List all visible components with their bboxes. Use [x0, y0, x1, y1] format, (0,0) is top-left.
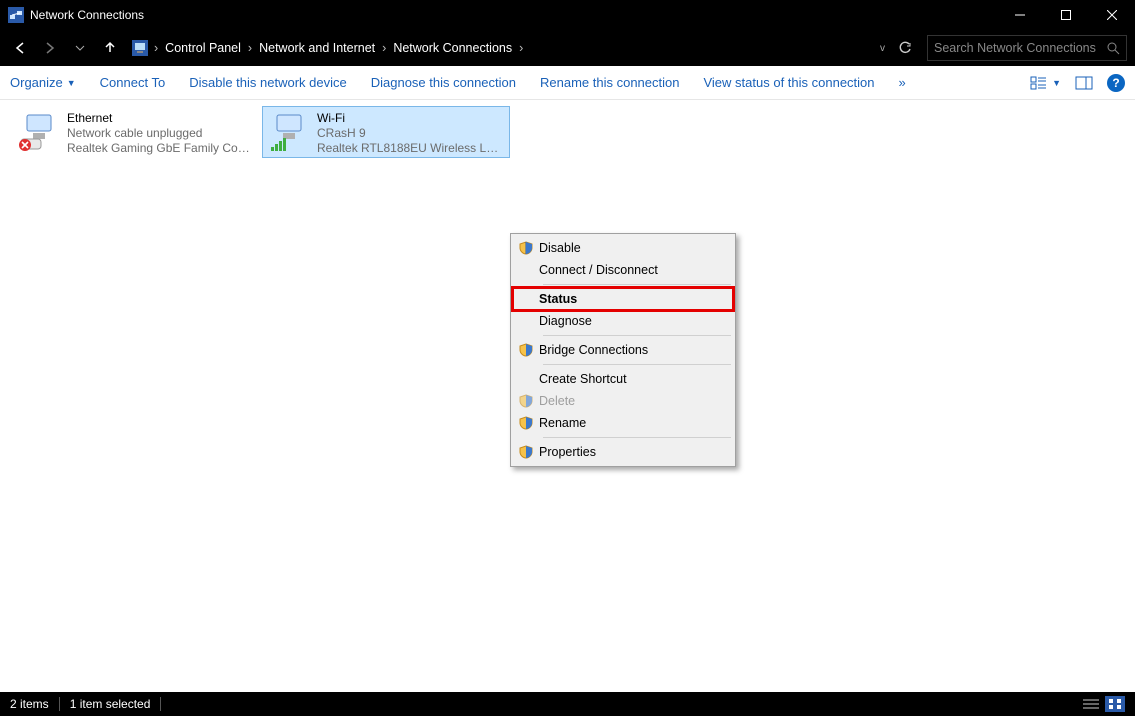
breadcrumb-item[interactable]: Control Panel: [160, 41, 246, 55]
history-dropdown-icon[interactable]: v: [876, 43, 889, 54]
overflow-button[interactable]: »: [899, 75, 906, 90]
adapter-device: Realtek RTL8188EU Wireless LAN 8..: [317, 141, 503, 156]
chevron-right-icon: ›: [246, 41, 254, 55]
statusbar: 2 items 1 item selected: [0, 692, 1135, 716]
adapter-text: Wi-Fi CRasH 9 Realtek RTL8188EU Wireless…: [317, 111, 503, 156]
adapter-status: CRasH 9: [317, 126, 503, 141]
recent-dropdown[interactable]: [68, 36, 92, 60]
status-selected-count: 1 item selected: [70, 697, 151, 711]
help-button[interactable]: ?: [1107, 74, 1125, 92]
menu-properties[interactable]: Properties: [513, 441, 733, 463]
menu-connect-disconnect[interactable]: Connect / Disconnect: [513, 259, 733, 281]
large-icons-view-button[interactable]: [1105, 696, 1125, 712]
adapter-wifi[interactable]: Wi-Fi CRasH 9 Realtek RTL8188EU Wireless…: [262, 106, 510, 158]
shield-icon: [513, 416, 539, 430]
minimize-button[interactable]: [997, 0, 1043, 30]
breadcrumb-item[interactable]: Network Connections: [388, 41, 517, 55]
diagnose-button[interactable]: Diagnose this connection: [371, 75, 516, 90]
organize-menu[interactable]: Organize▼: [10, 75, 76, 90]
preview-pane-button[interactable]: [1075, 74, 1093, 92]
titlebar: Network Connections: [0, 0, 1135, 30]
menu-separator: [543, 364, 731, 365]
menu-delete: Delete: [513, 390, 733, 412]
ethernet-icon: [19, 111, 61, 153]
breadcrumb[interactable]: › Control Panel › Network and Internet ›…: [128, 35, 921, 61]
control-panel-icon: [132, 40, 148, 56]
wifi-icon: [269, 111, 311, 153]
menu-diagnose[interactable]: Diagnose: [513, 310, 733, 332]
adapter-name: Wi-Fi: [317, 111, 503, 126]
menu-separator: [543, 335, 731, 336]
adapter-name: Ethernet: [67, 111, 253, 126]
refresh-button[interactable]: [893, 36, 917, 60]
menu-create-shortcut[interactable]: Create Shortcut: [513, 368, 733, 390]
menu-separator: [543, 437, 731, 438]
adapter-ethernet[interactable]: Ethernet Network cable unplugged Realtek…: [12, 106, 260, 158]
context-menu: Disable Connect / Disconnect Status Diag…: [510, 233, 736, 467]
connect-to-button[interactable]: Connect To: [100, 75, 166, 90]
window-title: Network Connections: [30, 8, 144, 22]
back-button[interactable]: [8, 36, 32, 60]
shield-icon: [513, 445, 539, 459]
shield-icon: [513, 394, 539, 408]
disable-device-button[interactable]: Disable this network device: [189, 75, 347, 90]
breadcrumb-item[interactable]: Network and Internet: [254, 41, 380, 55]
rename-button[interactable]: Rename this connection: [540, 75, 679, 90]
app-icon: [8, 7, 24, 23]
shield-icon: [513, 343, 539, 357]
menu-status[interactable]: Status: [513, 288, 733, 310]
menu-rename[interactable]: Rename: [513, 412, 733, 434]
forward-button[interactable]: [38, 36, 62, 60]
view-status-button[interactable]: View status of this connection: [703, 75, 874, 90]
menu-bridge[interactable]: Bridge Connections: [513, 339, 733, 361]
details-view-button[interactable]: [1081, 696, 1101, 712]
search-icon[interactable]: [1106, 41, 1120, 55]
chevron-right-icon: ›: [152, 41, 160, 55]
addressbar: › Control Panel › Network and Internet ›…: [0, 30, 1135, 66]
window: Network Connections › Control Panel › Ne…: [0, 0, 1135, 716]
chevron-right-icon: ›: [517, 41, 525, 55]
status-item-count: 2 items: [10, 697, 49, 711]
search-box[interactable]: [927, 35, 1127, 61]
chevron-down-icon[interactable]: ▼: [1052, 78, 1061, 88]
menu-separator: [543, 284, 731, 285]
adapter-text: Ethernet Network cable unplugged Realtek…: [67, 111, 253, 156]
command-bar: Organize▼ Connect To Disable this networ…: [0, 66, 1135, 100]
content-area[interactable]: Ethernet Network cable unplugged Realtek…: [0, 100, 1135, 692]
chevron-right-icon: ›: [380, 41, 388, 55]
adapter-device: Realtek Gaming GbE Family Contr...: [67, 141, 253, 156]
search-input[interactable]: [934, 41, 1106, 55]
maximize-button[interactable]: [1043, 0, 1089, 30]
shield-icon: [513, 241, 539, 255]
up-button[interactable]: [98, 36, 122, 60]
close-button[interactable]: [1089, 0, 1135, 30]
separator: [160, 697, 161, 711]
menu-disable[interactable]: Disable: [513, 237, 733, 259]
view-options-button[interactable]: [1030, 74, 1048, 92]
adapter-status: Network cable unplugged: [67, 126, 253, 141]
separator: [59, 697, 60, 711]
